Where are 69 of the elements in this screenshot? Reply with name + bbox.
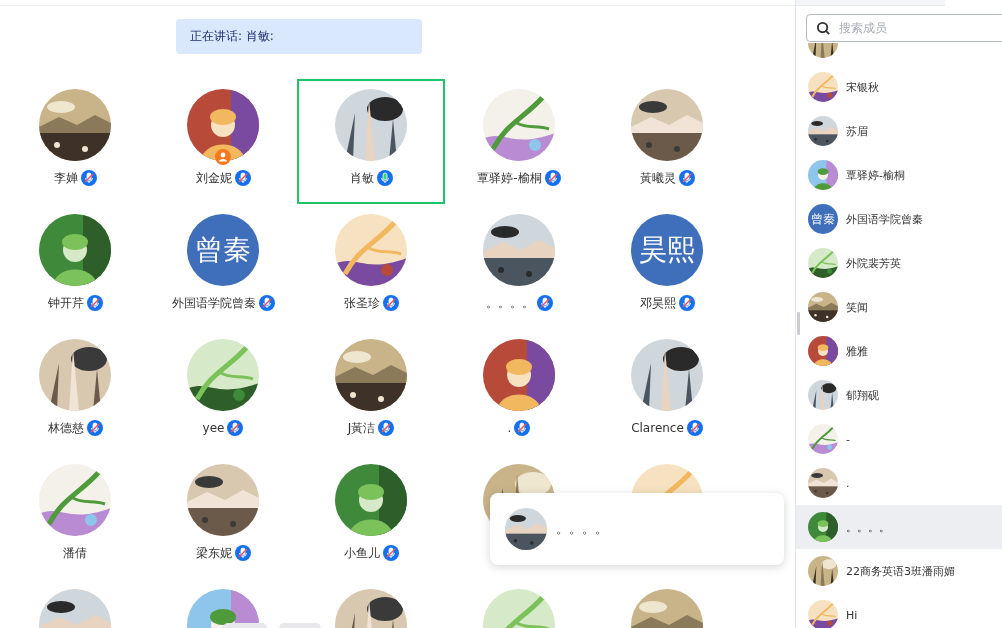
member-name: 22商务英语3班潘雨媚 — [846, 563, 955, 579]
member-tile[interactable]: 曾秦 外国语学院曾秦 — [149, 204, 297, 329]
popup-name: 。。。。 — [556, 520, 608, 538]
member-name: 郁翔砚 — [846, 387, 879, 403]
member-tile[interactable]: 潘倩 — [1, 454, 149, 579]
member-tile[interactable]: 钟开芹 — [1, 204, 149, 329]
member-name: 苏眉 — [846, 123, 868, 139]
member-tile[interactable]: 肖敏 — [297, 79, 445, 204]
initials-avatar: 曾秦 — [808, 204, 838, 234]
member-name: 梁东妮 — [195, 544, 232, 562]
member-list-item[interactable]: 苏眉 — [796, 109, 1002, 153]
member-name: - — [846, 432, 850, 446]
member-name: Clarence — [631, 421, 684, 435]
member-name: 雅雅 — [846, 343, 868, 359]
member-name: yee — [202, 421, 225, 435]
member-name: 黃曦灵 — [639, 169, 676, 187]
member-list-item[interactable]: 宋银秋 — [796, 65, 1002, 109]
member-tile[interactable]: 。。。。 — [445, 204, 593, 329]
member-name: . — [507, 421, 512, 435]
member-name: 覃驿婷-榆桐 — [477, 169, 542, 187]
member-list-item[interactable]: 曾秦 外国语学院曾秦 — [796, 197, 1002, 241]
member-name: 邓昊熙 — [639, 294, 676, 312]
member-name: J黃洁 — [347, 419, 376, 437]
speaking-banner: 正在讲话: 肖敏: — [176, 19, 422, 54]
member-list-item[interactable]: 外院裴芳英 — [796, 241, 1002, 285]
member-tile[interactable]: 张圣珍 — [297, 204, 445, 329]
member-name: 。。。。 — [846, 519, 890, 535]
initials-avatar: 曾秦 — [187, 214, 259, 286]
member-tile[interactable]: yee — [149, 329, 297, 454]
member-name: 林德慈 — [47, 419, 84, 437]
member-tile[interactable]: . — [445, 329, 593, 454]
member-tile[interactable]: 林德慈 — [1, 329, 149, 454]
member-name: 张圣珍 — [343, 294, 380, 312]
member-tile[interactable]: 黃曦灵 — [593, 79, 741, 204]
member-name: 覃驿婷-榆桐 — [846, 167, 905, 183]
member-name: 宋银秋 — [846, 79, 879, 95]
member-tile[interactable]: 昊熙 邓昊熙 — [593, 204, 741, 329]
member-list-item[interactable]: . — [796, 461, 1002, 505]
member-tile[interactable]: Clarence — [593, 329, 741, 454]
member-name: . — [846, 476, 850, 490]
initials-avatar: 昊熙 — [631, 214, 703, 286]
member-tile[interactable]: 刘金妮 — [149, 79, 297, 204]
member-list-item[interactable]: 雅雅 — [796, 329, 1002, 373]
member-list-item[interactable]: 郁翔砚 — [796, 373, 1002, 417]
member-name: 外国语学院曾秦 — [171, 294, 256, 312]
member-list-item[interactable]: 。。。。 — [796, 505, 1002, 549]
search-icon — [816, 21, 831, 36]
member-list-item[interactable]: 笑闻 — [796, 285, 1002, 329]
member-name: 。。。。 — [485, 294, 534, 312]
member-name: 外院裴芳英 — [846, 255, 901, 271]
member-name: 肖敏 — [349, 169, 374, 187]
member-name: 笑闻 — [846, 299, 868, 315]
member-name: 钟开芹 — [47, 294, 84, 312]
member-list-item[interactable]: Hi — [796, 593, 1002, 628]
member-list-item[interactable]: 覃驿婷-榆桐 — [796, 153, 1002, 197]
member-tile[interactable]: J黃洁 — [297, 329, 445, 454]
member-name: 李婵 — [53, 169, 78, 187]
member-list-item[interactable]: - — [796, 417, 1002, 461]
member-tile[interactable]: 覃驿婷-榆桐 — [445, 79, 593, 204]
search-field[interactable]: 搜索成员 — [806, 14, 1002, 42]
member-tile[interactable]: 李婵 — [1, 79, 149, 204]
member-name: 小鱼儿 — [343, 544, 380, 562]
member-tile[interactable]: 梁东妮 — [149, 454, 297, 579]
member-list-item[interactable]: 22商务英语3班潘雨媚 — [796, 549, 1002, 593]
member-name: 外国语学院曾秦 — [846, 211, 923, 227]
member-name: 刘金妮 — [195, 169, 232, 187]
member-name: 潘倩 — [63, 544, 87, 562]
member-name: Hi — [846, 608, 858, 622]
member-tile[interactable]: 小鱼儿 — [297, 454, 445, 579]
